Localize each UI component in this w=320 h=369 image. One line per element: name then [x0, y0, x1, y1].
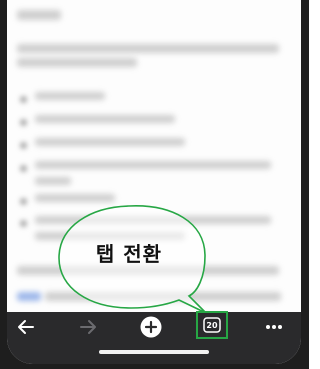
device-frame: 탭 전환 20	[0, 0, 309, 369]
tab-switcher-button[interactable]: 20	[196, 311, 228, 339]
forward-button[interactable]	[73, 312, 103, 342]
blurred-text-line	[45, 292, 281, 301]
tab-count: 20	[206, 321, 218, 330]
callout-label: 탭 전환	[95, 242, 163, 266]
blurred-list-item	[21, 161, 285, 189]
more-menu-button[interactable]	[259, 312, 289, 342]
blurred-list-item	[21, 194, 285, 206]
back-button[interactable]	[11, 312, 41, 342]
tabs-icon: 20	[203, 317, 221, 333]
browser-screen: 탭 전환 20	[7, 0, 301, 364]
blurred-text-line	[17, 10, 61, 20]
blurred-text-line	[17, 266, 279, 275]
home-indicator[interactable]	[99, 350, 209, 354]
blurred-text-line	[17, 44, 279, 53]
blurred-list-item	[21, 92, 285, 104]
plus-circle-icon	[140, 316, 162, 338]
arrow-left-icon	[18, 320, 34, 334]
blurred-list-item	[21, 138, 285, 150]
blurred-link	[17, 292, 41, 301]
new-tab-button[interactable]	[136, 312, 166, 342]
bottom-toolbar: 20	[7, 311, 301, 364]
more-horizontal-icon	[266, 325, 282, 329]
blurred-text-line	[17, 58, 137, 67]
blurred-list-item	[21, 115, 285, 127]
arrow-right-icon	[80, 320, 96, 334]
